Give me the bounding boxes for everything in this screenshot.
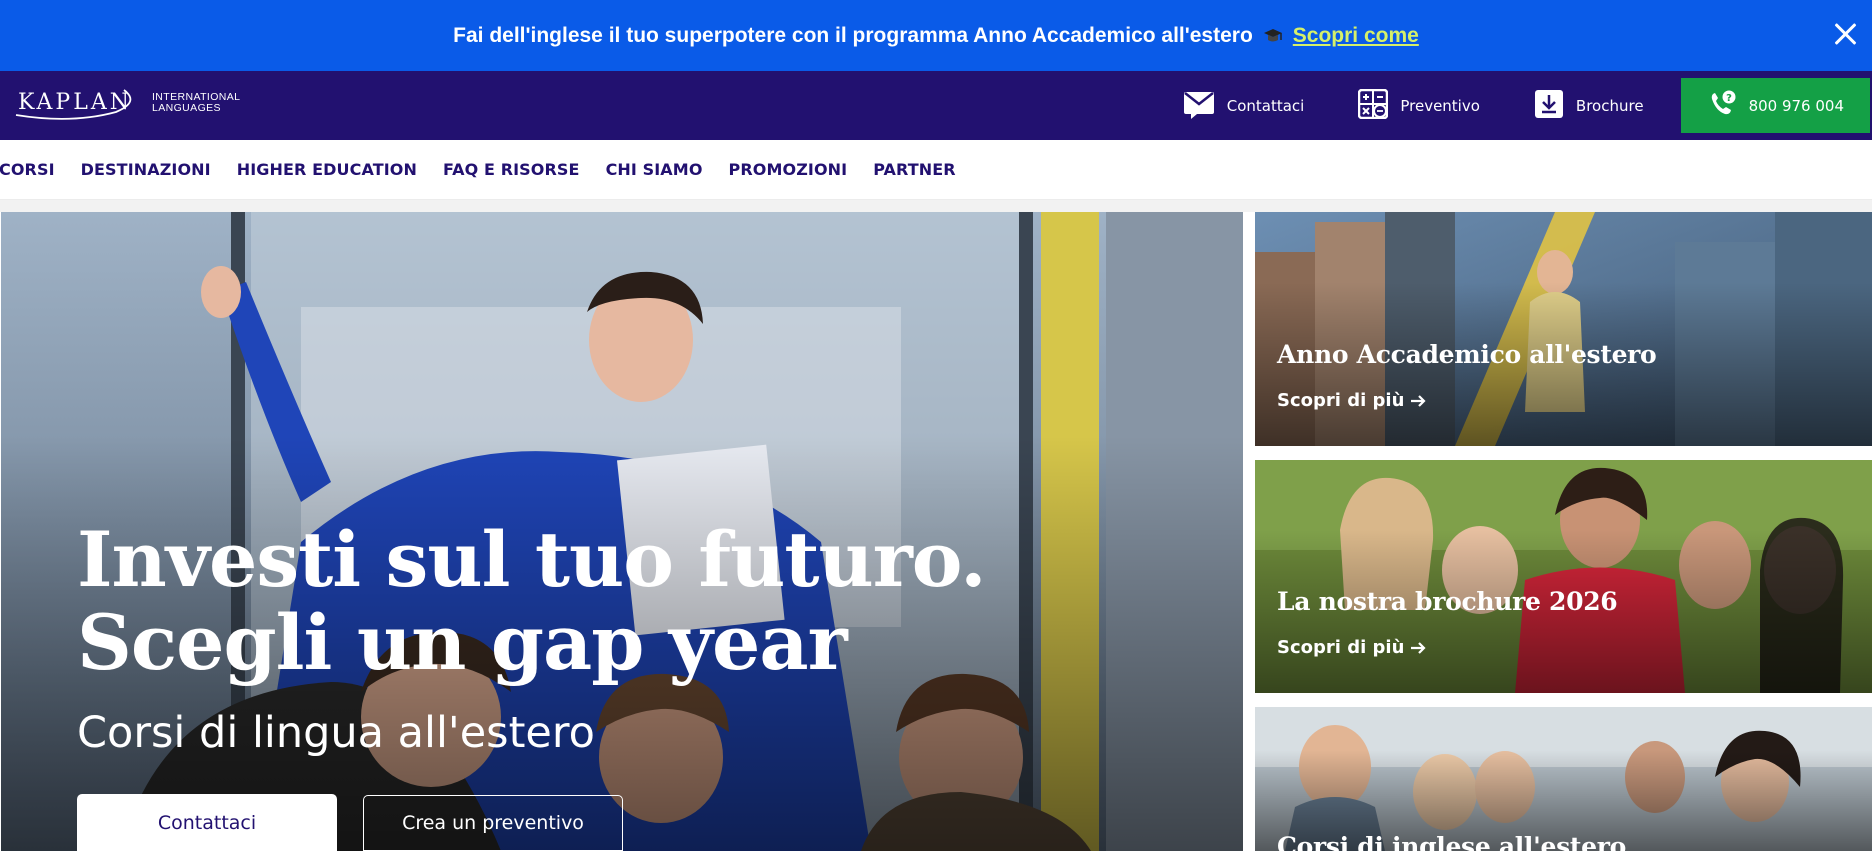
card-title: Corsi di inglese all'estero — [1277, 832, 1626, 851]
nav-divider — [0, 200, 1872, 212]
kaplan-logo[interactable]: KAPLAN INTERNATIONAL LANGUAGES — [15, 89, 241, 120]
header-actions: Contattaci Preventivo Brochure ? 800 976… — [1156, 71, 1872, 140]
promo-banner: Fai dell'inglese il tuo superpotere con … — [0, 0, 1872, 71]
logo-subtitle: INTERNATIONAL LANGUAGES — [151, 90, 241, 114]
arrow-right-icon — [1411, 394, 1426, 407]
nav-item-promozioni[interactable]: PROMOZIONI — [729, 160, 848, 179]
logo-swoosh-icon — [15, 89, 132, 120]
contact-button[interactable]: Contattaci — [1156, 71, 1332, 140]
phone-button[interactable]: ? 800 976 004 — [1680, 78, 1870, 133]
phone-icon: ? — [1707, 89, 1737, 123]
card-title: La nostra brochure 2026 — [1277, 587, 1618, 616]
envelope-icon — [1183, 89, 1215, 123]
contact-label: Contattaci — [1226, 96, 1305, 115]
promo-message: Fai dell'inglese il tuo superpotere con … — [453, 24, 1419, 48]
quote-cta-button[interactable]: Crea un preventivo — [363, 795, 623, 851]
card-anno-accademico[interactable]: Anno Accademico all'estero Scopri di più — [1255, 212, 1872, 446]
nav-item-faq-e-risorse[interactable]: FAQ E RISORSE — [443, 160, 580, 179]
card-photo — [1255, 707, 1872, 851]
card-link[interactable]: Scopri di più — [1277, 637, 1426, 658]
nav-item-higher-education[interactable]: HIGHER EDUCATION — [237, 160, 417, 179]
arrow-right-icon — [1411, 641, 1426, 654]
card-title: Anno Accademico all'estero — [1277, 340, 1657, 369]
card-link[interactable]: Scopri di più — [1277, 390, 1426, 411]
main-header: KAPLAN INTERNATIONAL LANGUAGES Contattac… — [0, 71, 1872, 140]
quote-button[interactable]: Preventivo — [1331, 71, 1507, 140]
quote-label: Preventivo — [1400, 96, 1480, 115]
promo-text: Fai dell'inglese il tuo superpotere con … — [453, 23, 1253, 47]
svg-text:?: ? — [1726, 93, 1732, 104]
main-nav: CORSI DESTINAZIONI HIGHER EDUCATION FAQ … — [0, 140, 1872, 200]
card-photo — [1255, 460, 1872, 693]
card-link-label: Scopri di più — [1277, 390, 1405, 411]
brochure-label: Brochure — [1575, 96, 1644, 115]
logo-sub-line-1: INTERNATIONAL — [151, 90, 241, 103]
nav-item-corsi[interactable]: CORSI — [0, 160, 55, 179]
nav-item-destinazioni[interactable]: DESTINAZIONI — [81, 160, 211, 179]
close-icon[interactable] — [1828, 18, 1862, 52]
download-icon — [1534, 89, 1564, 123]
phone-label: 800 976 004 — [1748, 96, 1844, 115]
graduation-cap-icon — [1263, 27, 1283, 45]
card-link-label: Scopri di più — [1277, 637, 1405, 658]
calculator-icon — [1358, 88, 1389, 123]
brochure-button[interactable]: Brochure — [1507, 71, 1671, 140]
hero-banner: Investi sul tuo futuro. Scegli un gap ye… — [1, 212, 1243, 851]
hero-title: Investi sul tuo futuro. Scegli un gap ye… — [77, 515, 987, 687]
logo-sub-line-2: LANGUAGES — [151, 101, 221, 114]
promo-link[interactable]: Scopri come — [1293, 24, 1419, 48]
nav-item-partner[interactable]: PARTNER — [873, 160, 956, 179]
card-corsi-inglese[interactable]: Corsi di inglese all'estero — [1255, 707, 1872, 851]
card-brochure[interactable]: La nostra brochure 2026 Scopri di più — [1255, 460, 1872, 693]
hero-subtitle: Corsi di lingua all'estero — [77, 708, 595, 758]
contact-cta-button[interactable]: Contattaci — [77, 794, 337, 851]
nav-item-chi-siamo[interactable]: CHI SIAMO — [606, 160, 703, 179]
